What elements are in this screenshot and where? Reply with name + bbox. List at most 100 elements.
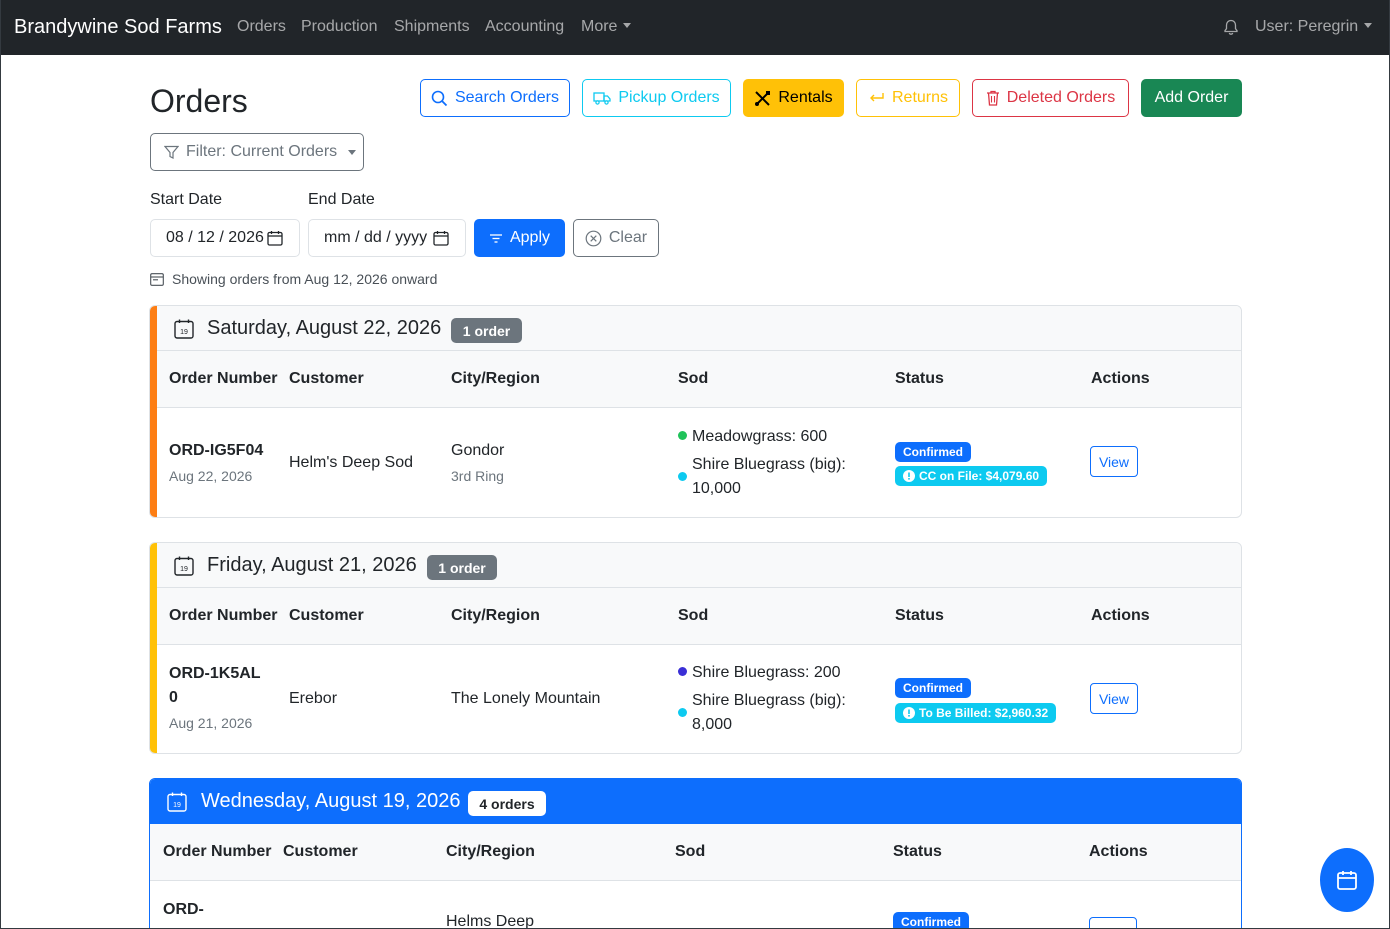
table-header: Order Number Customer City/Region Sod St… — [150, 351, 1241, 408]
nav-orders[interactable]: Orders — [237, 18, 286, 36]
view-order-button[interactable]: View — [1090, 446, 1138, 477]
returns-label: Returns — [891, 89, 949, 106]
sod-item-text: Meadowgrass: 600 — [692, 428, 828, 445]
start-date-input[interactable]: 08 / 12 / 2026 — [150, 219, 300, 257]
rentals-label: Rentals — [778, 89, 833, 106]
city: Gondor — [451, 442, 505, 459]
calendar-icon — [1337, 871, 1357, 890]
svg-text:19: 19 — [173, 802, 181, 809]
clear-label: Clear — [608, 229, 648, 246]
billing-badge-text: To Be Billed: $2,960.32 — [919, 706, 1049, 720]
calendar-date-icon: 19 — [174, 319, 194, 339]
col-actions: Actions — [1091, 370, 1150, 387]
order-number-wrap[interactable]: 0 — [169, 689, 178, 707]
calendar-icon[interactable] — [267, 230, 283, 246]
nav-accounting[interactable]: Accounting — [485, 18, 564, 36]
return-arrow-icon — [869, 93, 884, 102]
clear-button[interactable]: Clear — [573, 219, 659, 257]
date-group-card: 19 Wednesday, August 19, 2026 4 orders O… — [149, 778, 1242, 929]
user-menu-dropdown[interactable]: User: Peregrin — [1255, 18, 1373, 36]
brand-link[interactable]: Brandywine Sod Farms — [14, 16, 222, 39]
status-badge: Confirmed — [895, 678, 971, 698]
order-number[interactable]: ORD-IG5F04 — [169, 442, 263, 460]
end-date-input[interactable]: mm / dd / yyyy — [308, 219, 466, 257]
filter-label: Filter: Current Orders — [186, 143, 338, 160]
col-order-number: Order Number — [169, 370, 278, 387]
returns-button[interactable]: Returns — [856, 79, 960, 117]
filter-dropdown[interactable]: Filter: Current Orders — [150, 133, 364, 171]
billing-badge-text: CC on File: $4,079.60 — [919, 469, 1040, 483]
sod-item: Shire Bluegrass: 200 — [678, 664, 841, 682]
calendar-date-icon: 19 — [174, 556, 194, 576]
col-order-number: Order Number — [169, 607, 278, 624]
trash-icon — [986, 90, 999, 106]
col-customer: Customer — [283, 843, 358, 860]
nav-shipments[interactable]: Shipments — [394, 18, 470, 36]
date-group-header: 19 Friday, August 21, 2026 1 order — [150, 543, 1241, 588]
end-date-placeholder: mm / dd / yyyy — [324, 229, 428, 246]
chevron-down-icon — [348, 149, 357, 155]
add-order-button[interactable]: Add Order — [1141, 79, 1242, 117]
table-header: Order Number Customer City/Region Sod St… — [150, 824, 1241, 881]
search-orders-button[interactable]: Search Orders — [420, 79, 570, 117]
end-date-label: End Date — [308, 191, 375, 208]
nav-production[interactable]: Production — [301, 18, 378, 36]
view-order-button[interactable] — [1089, 917, 1137, 928]
date-group-title: Saturday, August 22, 2026 — [207, 317, 442, 339]
region: 3rd Ring — [451, 468, 504, 484]
user-label: User: Peregrin — [1255, 18, 1359, 35]
sod-item-text: Shire Bluegrass: 200 — [692, 664, 841, 681]
col-actions: Actions — [1089, 843, 1148, 860]
order-count-badge: 1 order — [451, 318, 522, 343]
order-number[interactable]: ORD- — [163, 901, 204, 919]
sod-color-dot — [678, 708, 687, 717]
city: The Lonely Mountain — [451, 690, 601, 707]
sod-item-text: Shire Bluegrass (big): — [692, 456, 846, 473]
chevron-down-icon — [1364, 23, 1373, 28]
calendar-icon[interactable] — [433, 230, 449, 246]
svg-text:19: 19 — [180, 566, 188, 573]
truck-icon — [593, 92, 611, 105]
nav-more-dropdown[interactable]: More — [581, 18, 632, 36]
nav-more-label: More — [581, 18, 618, 35]
calendar-range-icon — [150, 272, 164, 286]
sod-color-dot — [678, 472, 687, 481]
svg-text:19: 19 — [180, 329, 188, 336]
info-icon — [903, 707, 915, 719]
view-order-button[interactable]: View — [1090, 683, 1138, 714]
info-icon — [903, 470, 915, 482]
col-actions: Actions — [1091, 607, 1150, 624]
priority-stripe — [150, 306, 157, 517]
date-group-title: Wednesday, August 19, 2026 — [201, 790, 461, 812]
filter-lines-icon — [489, 234, 502, 243]
tools-icon — [755, 90, 771, 106]
status-badge: Confirmed — [895, 442, 971, 462]
rentals-button[interactable]: Rentals — [743, 79, 844, 117]
table-header: Order Number Customer City/Region Sod St… — [150, 588, 1241, 645]
sod-color-dot — [678, 667, 687, 676]
deleted-orders-button[interactable]: Deleted Orders — [972, 79, 1129, 117]
status-badge: Confirmed — [893, 912, 969, 928]
col-customer: Customer — [289, 370, 364, 387]
order-date: Aug 22, 2026 — [169, 468, 253, 484]
order-number[interactable]: ORD-1K5AL — [169, 665, 261, 683]
top-navbar: Brandywine Sod Farms Orders Production S… — [1, 0, 1389, 55]
priority-stripe — [150, 543, 157, 753]
calendar-fab-button[interactable] — [1320, 848, 1374, 912]
order-count-badge: 1 order — [427, 555, 497, 580]
sod-item: Meadowgrass: 600 — [678, 428, 827, 446]
customer-name: Erebor — [289, 690, 338, 707]
order-count-badge: 4 orders — [468, 791, 546, 816]
col-status: Status — [893, 843, 942, 860]
customer-name: Helm's Deep Sod — [289, 454, 413, 471]
date-group-title: Friday, August 21, 2026 — [207, 554, 417, 576]
col-customer: Customer — [289, 607, 364, 624]
apply-label: Apply — [509, 229, 551, 246]
apply-button[interactable]: Apply — [474, 219, 565, 257]
pickup-orders-button[interactable]: Pickup Orders — [582, 79, 731, 117]
col-sod: Sod — [678, 607, 709, 624]
chevron-down-icon — [623, 23, 632, 28]
bell-icon[interactable] — [1223, 19, 1239, 41]
funnel-icon — [164, 145, 179, 159]
city: Helms Deep — [446, 913, 535, 929]
